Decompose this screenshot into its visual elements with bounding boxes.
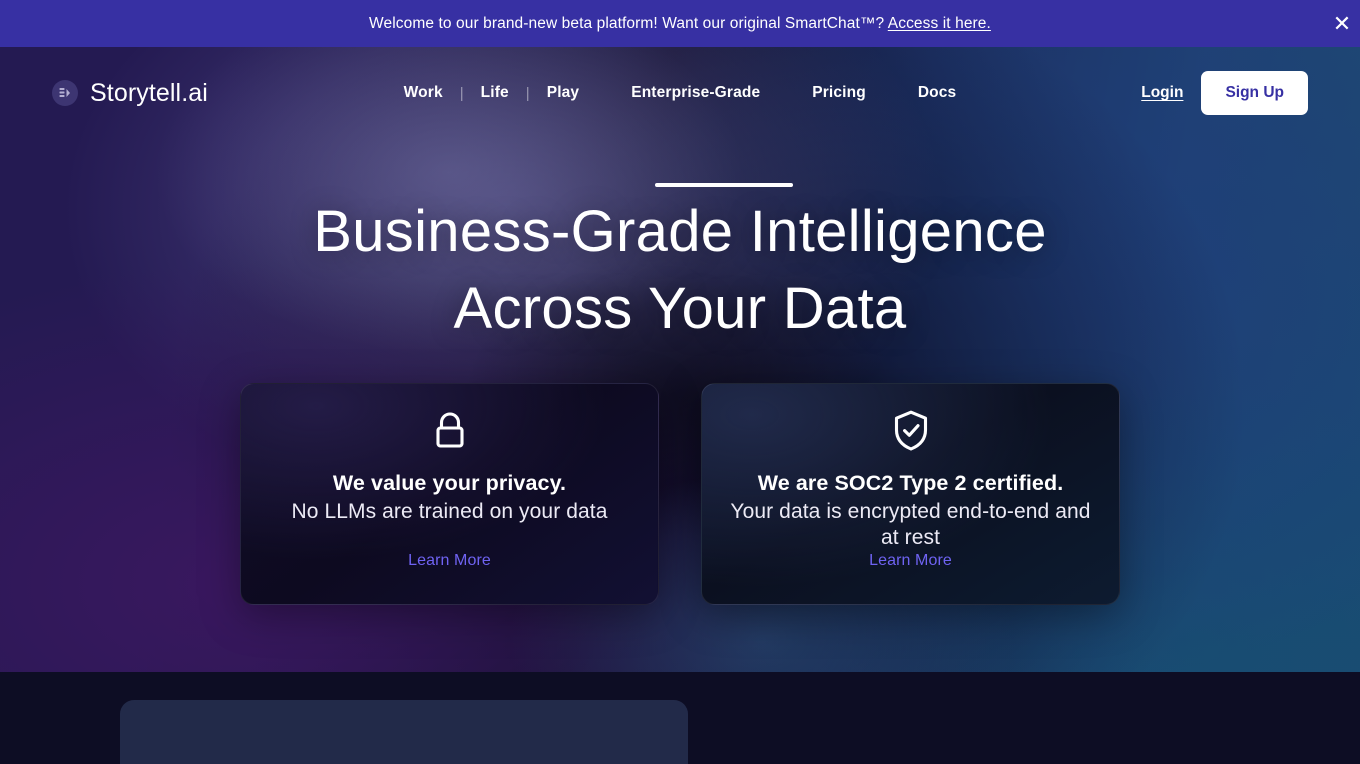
soc2-card: We are SOC2 Type 2 certified. Your data … — [701, 383, 1120, 606]
announcement-link[interactable]: Access it here. — [888, 15, 991, 32]
nav-item-life[interactable]: Life — [481, 78, 509, 108]
headline-line-1: Business-Grade Intelligence — [313, 199, 1047, 264]
nav-separator: | — [459, 84, 464, 102]
lock-icon — [430, 408, 470, 454]
active-nav-indicator — [655, 183, 793, 187]
trust-cards: We value your privacy. No LLMs are train… — [0, 383, 1360, 606]
privacy-card: We value your privacy. No LLMs are train… — [240, 383, 659, 606]
nav-item-pricing[interactable]: Pricing — [812, 78, 866, 108]
nav-item-work[interactable]: Work — [404, 78, 443, 108]
login-link[interactable]: Login — [1141, 84, 1183, 102]
next-section — [0, 672, 1360, 764]
announcement-text: Welcome to our brand-new beta platform! … — [369, 15, 991, 33]
storytell-logo-icon — [52, 80, 78, 106]
hero-section: Storytell.ai Work | Life | Play Enterpri… — [0, 47, 1360, 672]
close-icon[interactable]: ✕ — [1328, 10, 1356, 38]
nav-separator: | — [525, 84, 530, 102]
next-section-panel — [120, 700, 688, 764]
card-title: We value your privacy. — [332, 471, 567, 496]
nav-item-docs[interactable]: Docs — [918, 78, 957, 108]
sign-up-button[interactable]: Sign Up — [1201, 71, 1308, 115]
nav-actions: Login Sign Up — [1141, 71, 1308, 115]
brand-name: Storytell.ai — [90, 78, 208, 107]
headline-line-2: Across Your Data — [453, 275, 907, 341]
learn-more-link[interactable]: Learn More — [241, 552, 658, 570]
nav-item-play[interactable]: Play — [547, 78, 580, 108]
main-navigation: Storytell.ai Work | Life | Play Enterpri… — [0, 47, 1360, 139]
card-subtitle: No LLMs are trained on your data — [291, 500, 608, 524]
card-subtitle: Your data is encrypted end-to-end and at… — [730, 500, 1091, 549]
card-title: We are SOC2 Type 2 certified. — [757, 471, 1064, 496]
shield-check-icon — [890, 408, 932, 454]
brand-logo[interactable]: Storytell.ai — [52, 79, 208, 108]
announcement-banner: Welcome to our brand-new beta platform! … — [0, 0, 1360, 47]
learn-more-link[interactable]: Learn More — [702, 552, 1119, 570]
nav-item-enterprise-grade[interactable]: Enterprise-Grade — [631, 78, 760, 108]
announcement-message: Welcome to our brand-new beta platform! … — [369, 14, 888, 32]
hero-headline: Business-Grade Intelligence Across Your … — [0, 194, 1360, 347]
